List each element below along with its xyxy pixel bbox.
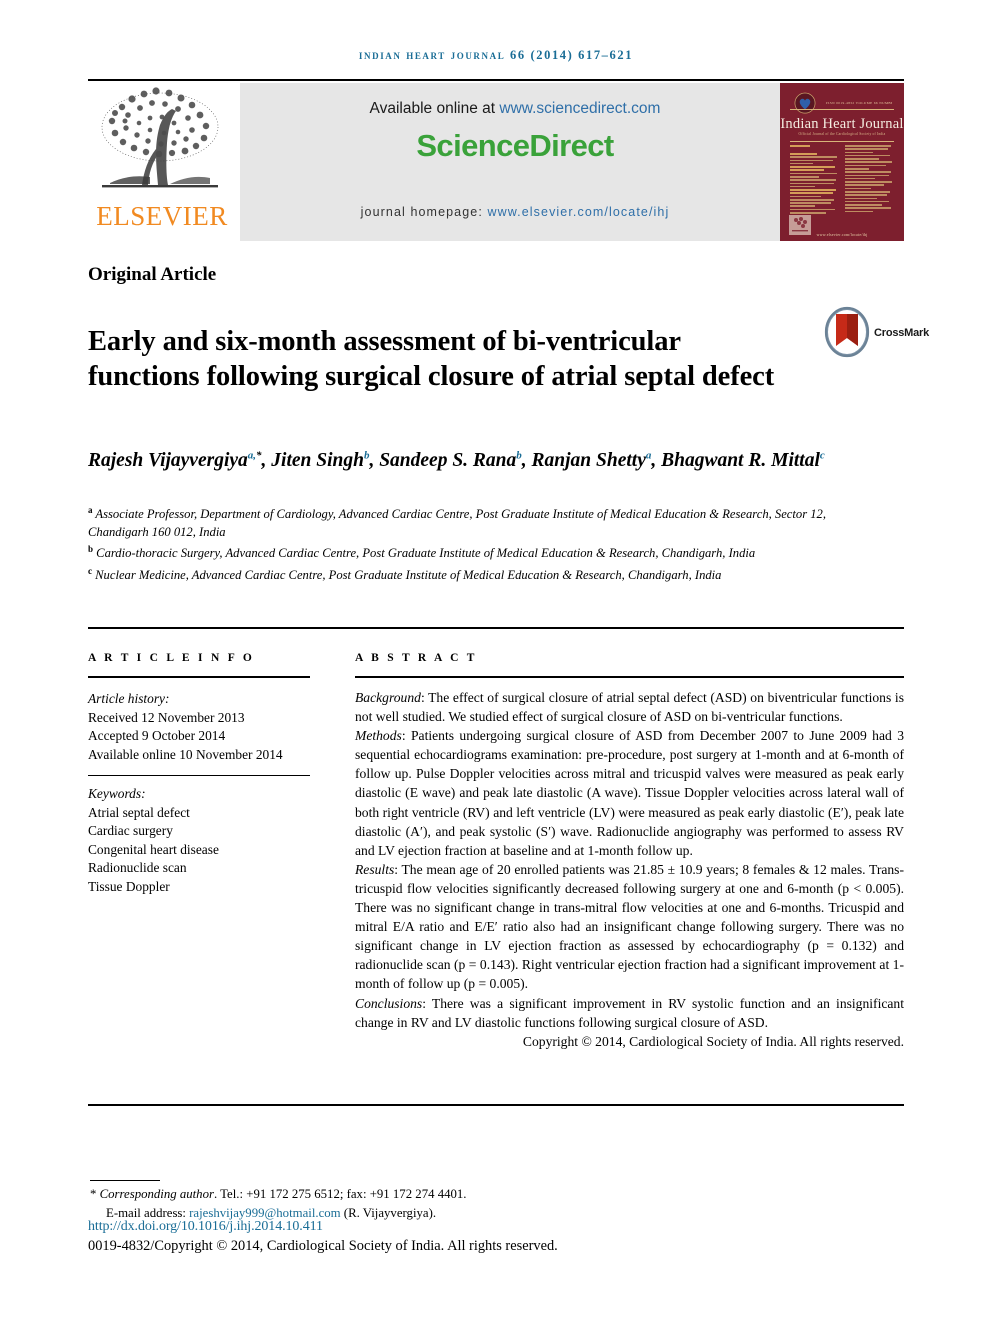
author-name[interactable]: Bhagwant R. Mittal bbox=[661, 450, 820, 471]
history-item: Available online 10 November 2014 bbox=[88, 746, 283, 762]
abstract-heading-rule bbox=[355, 676, 904, 678]
corresponding-author-label: Corresponding author bbox=[99, 1187, 214, 1201]
running-head-text: Indian Heart Journal 66 (2014) 617–621 bbox=[358, 48, 634, 62]
history-item: Received 12 November 2013 bbox=[88, 709, 245, 725]
masthead-top-rule bbox=[88, 79, 904, 81]
author-name[interactable]: Sandeep S. Rana bbox=[379, 450, 516, 471]
author-name[interactable]: Ranjan Shetty bbox=[532, 450, 646, 471]
author-line-2: Bhagwant R. Mittalc bbox=[661, 449, 825, 471]
corresponding-author-line: * Corresponding author. Tel.: +91 172 27… bbox=[90, 1185, 790, 1204]
doi-link[interactable]: http://dx.doi.org/10.1016/j.ihj.2014.10.… bbox=[88, 1219, 323, 1235]
elsevier-wordmark: ELSEVIER bbox=[96, 201, 228, 231]
abstract-section: Results: The mean age of 20 enrolled pat… bbox=[355, 860, 904, 994]
affiliation-item: a Associate Professor, Department of Car… bbox=[88, 502, 828, 541]
keyword-item[interactable]: Congenital heart disease bbox=[88, 841, 328, 860]
article-info-heading: A R T I C L E I N F O bbox=[88, 652, 255, 664]
journal-homepage-line: journal homepage: www.elsevier.com/locat… bbox=[240, 205, 790, 219]
keywords-rule bbox=[88, 775, 310, 776]
cover-contents-columns bbox=[790, 145, 894, 217]
article-history: Article history: Received 12 November 20… bbox=[88, 690, 328, 764]
abstract-section: Methods: Patients undergoing surgical cl… bbox=[355, 726, 904, 860]
journal-homepage-link[interactable]: www.elsevier.com/locate/ihj bbox=[487, 205, 669, 219]
footnote-rule bbox=[90, 1180, 160, 1181]
affiliation-mark: b bbox=[88, 544, 94, 555]
crossmark-label: CrossMark bbox=[874, 327, 930, 339]
history-item: Accepted 9 October 2014 bbox=[88, 728, 226, 743]
affiliation-mark: c bbox=[88, 565, 92, 576]
running-head: Indian Heart Journal 66 (2014) 617–621 bbox=[0, 48, 992, 63]
elsevier-tree-icon bbox=[101, 87, 219, 188]
affiliation-item: c Nuclear Medicine, Advanced Cardiac Cen… bbox=[88, 563, 828, 585]
author-affil-mark: a, bbox=[247, 449, 257, 461]
footnote-block: * Corresponding author. Tel.: +91 172 27… bbox=[90, 1185, 790, 1222]
author-line-1: Rajesh Vijayvergiyaa,*, Jiten Singhb, Sa… bbox=[88, 449, 662, 471]
abstract-section-label: Methods bbox=[355, 728, 402, 744]
crossmark-icon bbox=[824, 306, 870, 358]
corresponding-author-contact: . Tel.: +91 172 275 6512; fax: +91 172 2… bbox=[213, 1187, 467, 1201]
available-online-label: Available online at bbox=[369, 100, 500, 117]
affiliation-list: a Associate Professor, Department of Car… bbox=[88, 502, 828, 585]
heart-logo-icon bbox=[794, 92, 816, 114]
affiliation-item: b Cardio-thoracic Surgery, Advanced Card… bbox=[88, 541, 828, 563]
article-info-heading-rule bbox=[88, 676, 310, 678]
journal-homepage-label: journal homepage: bbox=[360, 205, 488, 219]
keyword-item[interactable]: Radionuclide scan bbox=[88, 859, 328, 878]
crossmark-badge[interactable]: CrossMark bbox=[822, 306, 929, 360]
author-affil-mark: b bbox=[363, 449, 370, 461]
abstract-body: Background: The effect of surgical closu… bbox=[355, 688, 904, 1051]
journal-cover-thumbnail[interactable]: ISSN 0019-4832 VOLUME 66 NUMBER 6 Indian… bbox=[780, 83, 904, 241]
author-name[interactable]: Jiten Singh bbox=[271, 450, 364, 471]
sciencedirect-link[interactable]: www.sciencedirect.com bbox=[499, 100, 660, 117]
affiliation-text: Cardio-thoracic Surgery, Advanced Cardia… bbox=[96, 546, 756, 561]
sciencedirect-logo-text: ScienceDirect bbox=[416, 128, 614, 163]
article-page: Indian Heart Journal 66 (2014) 617–621 bbox=[0, 0, 992, 1323]
abstract-heading: A B S T R A C T bbox=[355, 652, 478, 664]
keyword-item[interactable]: Atrial septal defect bbox=[88, 804, 328, 823]
affiliation-mark: a bbox=[88, 505, 93, 515]
abstract-section-text: : The mean age of 20 enrolled patients w… bbox=[355, 861, 904, 992]
masthead: ELSEVIER Available online at www.science… bbox=[88, 83, 904, 241]
sciencedirect-banner: Available online at www.sciencedirect.co… bbox=[240, 83, 790, 241]
abstract-section-label: Conclusions bbox=[355, 995, 423, 1011]
elsevier-logo: ELSEVIER bbox=[88, 83, 236, 241]
abstract-copyright: Copyright © 2014, Cardiological Society … bbox=[522, 1033, 904, 1049]
cover-top-line: ISSN 0019-4832 VOLUME 66 NUMBER 6 bbox=[826, 101, 892, 105]
cover-subtitle: Official Journal of the Cardiological So… bbox=[798, 132, 886, 136]
keyword-item[interactable]: Tissue Doppler bbox=[88, 878, 328, 897]
abstract-block-top-rule bbox=[88, 627, 904, 629]
email-owner: (R. Vijayvergiya). bbox=[340, 1205, 437, 1220]
page-title: Early and six-month assessment of bi-ven… bbox=[88, 326, 775, 393]
author-affil-mark: b bbox=[516, 449, 522, 461]
author-affil-mark: c bbox=[819, 449, 825, 461]
abstract-section-text: : Patients undergoing surgical closure o… bbox=[355, 728, 904, 858]
abstract-section-text: : The effect of surgical closure of atri… bbox=[355, 690, 904, 725]
email-label: E-mail address: bbox=[106, 1205, 190, 1220]
abstract-section: Background: The effect of surgical closu… bbox=[355, 688, 904, 726]
email-link[interactable]: rajeshvijay999@hotmail.com bbox=[189, 1206, 340, 1220]
author-name[interactable]: Rajesh Vijayvergiya bbox=[88, 450, 248, 471]
article-history-label: Article history: bbox=[88, 691, 170, 706]
available-online-line: Available online at www.sciencedirect.co… bbox=[240, 100, 790, 118]
cover-title: Indian Heart Journal bbox=[780, 116, 904, 132]
issn-copyright-line: 0019-4832/Copyright © 2014, Cardiologica… bbox=[88, 1238, 558, 1254]
corresponding-author-asterisk: * bbox=[90, 1187, 97, 1201]
keywords-block: Keywords: Atrial septal defect Cardiac s… bbox=[88, 785, 328, 896]
keywords-label: Keywords: bbox=[88, 786, 146, 801]
affiliation-text: Nuclear Medicine, Advanced Cardiac Centr… bbox=[95, 568, 722, 583]
abstract-section: Conclusions: There was a significant imp… bbox=[355, 994, 904, 1032]
author-affil-mark: a bbox=[645, 449, 652, 461]
abstract-section-label: Background bbox=[355, 690, 421, 705]
cover-footer-url: www.elsevier.com/locate/ihj bbox=[816, 232, 868, 237]
abstract-block-bottom-rule bbox=[88, 1104, 904, 1106]
sciencedirect-logo[interactable]: ScienceDirect bbox=[240, 128, 790, 164]
affiliation-text: Associate Professor, Department of Cardi… bbox=[88, 507, 826, 539]
author-list: Rajesh Vijayvergiyaa,*, Jiten Singhb, Sa… bbox=[88, 442, 848, 474]
keyword-item[interactable]: Cardiac surgery bbox=[88, 822, 328, 841]
abstract-section-text: : There was a significant improvement in… bbox=[355, 995, 904, 1030]
corresponding-author-mark: * bbox=[256, 449, 262, 461]
article-type-label: Original Article bbox=[88, 264, 217, 285]
abstract-section-label: Results bbox=[355, 861, 395, 877]
